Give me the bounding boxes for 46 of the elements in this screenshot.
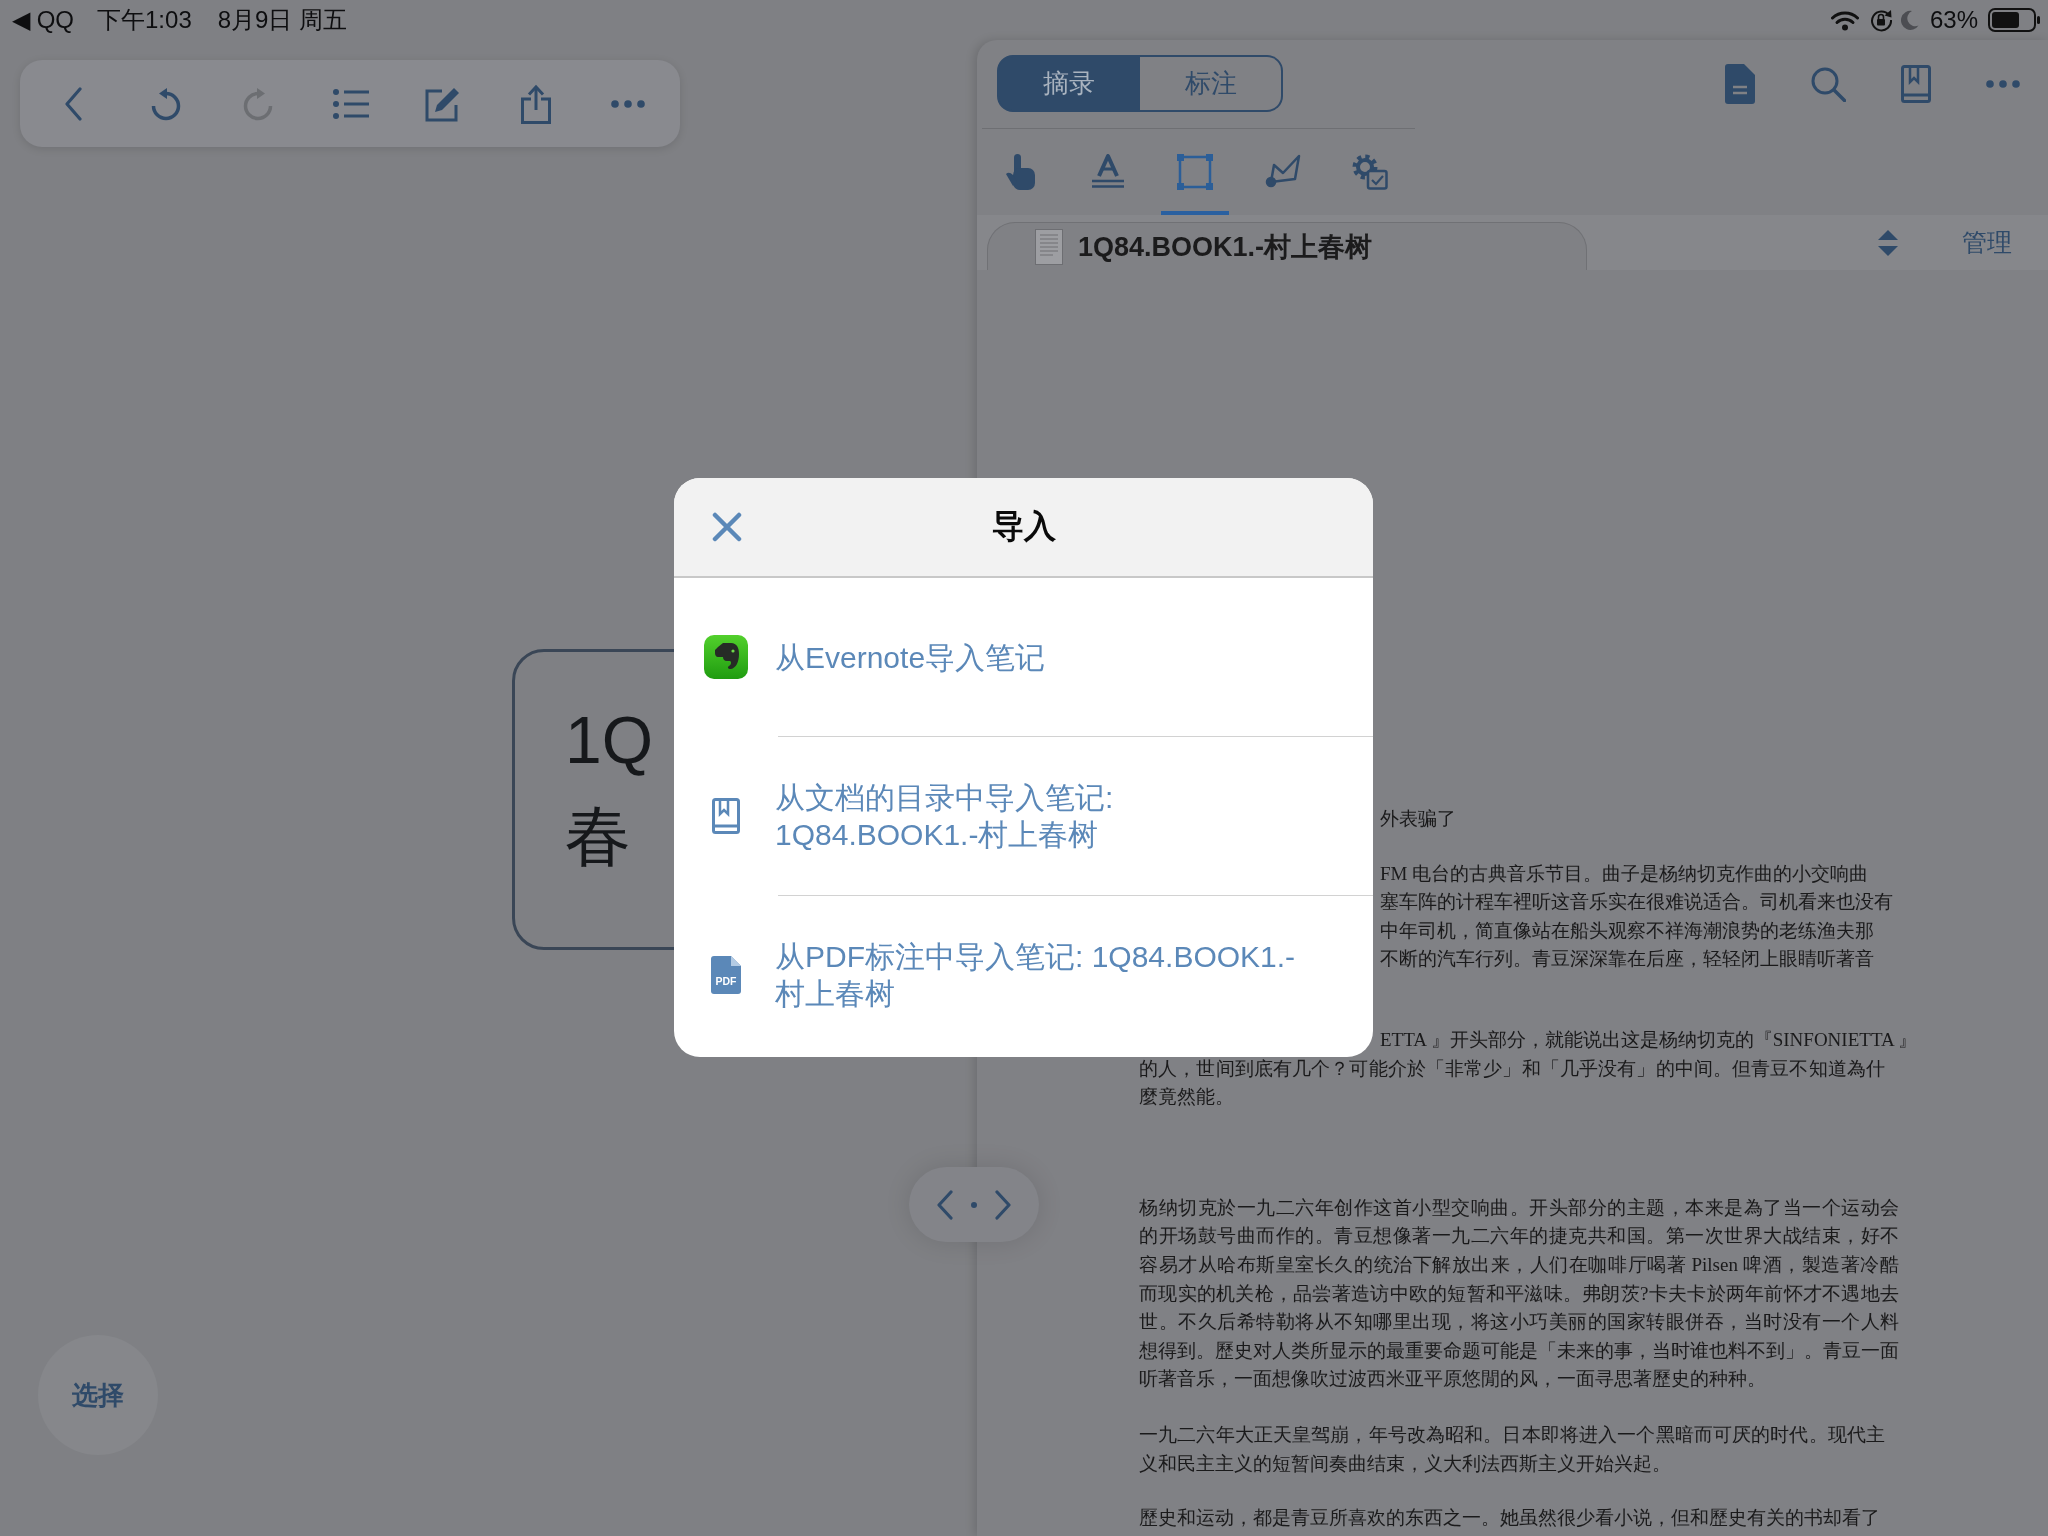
doc-paragraph: 的人，世间到底有几个？可能介於「非常少」和「几乎没有」的中间。但青豆不知道為什 麼竟然能。 [1139,1056,1885,1110]
back-to-app-link[interactable]: ◀ QQ [12,6,74,34]
status-date: 8月9日 周五 [217,5,348,35]
moon-icon [1900,10,1919,30]
manage-button[interactable]: 管理 [1962,226,2012,259]
text-fragment: ETTA 』开头部分，就能说出这是杨纳切克的『SINFONIETTA 』 [1380,1027,1918,1052]
area-select-icon [1177,154,1213,190]
sort-arrows-icon[interactable] [1878,229,1898,256]
select-button[interactable]: 选择 [38,1335,158,1455]
text-fragment: FM 电台的古典音乐节目。曲子是杨纳切克作曲的小交响曲 塞车阵的计程车裡听这音乐实在很难说适合。司机看来也没有 中年司机，简直像站在船头观察不祥海潮浪势的老练渔夫那 不断的汽车行列。青豆深深靠在后座，轻轻闭上眼睛听著音 [1380,861,1893,972]
text-fragment: 外表骗了 [1380,807,1456,831]
doc-paragraph: 杨纳切克於一九二六年创作这首小型交响曲。开头部分的主题，本来是為了当一个运动会 的开场鼓号曲而作的。青豆想像著一九二六年的捷克共和国。第一次世界大战结束，好不 容易才从哈布斯皇室长久的统治下解放出来，人们在咖啡厅喝著 Pilsen 啤酒，製造著冷酷 而现实的机关枪，品尝著造访中欧的短暂和平滋味。弗朗茨?卡夫卡於两年前怀才不遇地去 世。不久后希特勒将从不知哪里出现，将这小巧美丽的国家转眼併吞，当时没有一个人料 想得到。歷史对人类所显示的最重要命题可能是「未来的事，当时谁也料不到」。青豆一面 听著音乐，一面想像吹过波西米亚平原悠閒的风，一面寻思著歷史的种种。 [1139,1195,1899,1392]
more-icon[interactable] [1986,79,2020,88]
edit-icon[interactable] [425,85,461,122]
dialog-title: 导入 [991,507,1056,546]
more-icon[interactable] [611,99,645,108]
battery-icon [1988,8,2040,32]
document-tab[interactable]: 1Q84.BOOK1.-村上春树 [987,222,1587,270]
page-dot-icon [971,1201,977,1208]
node-title: 1Q 春 [565,702,654,875]
text-underline-icon [1091,154,1124,188]
hand-pointer-icon [1005,154,1035,190]
pdf-file-icon: PDF [711,956,741,994]
next-chevron-icon[interactable] [994,1189,1012,1220]
book-icon [712,798,740,834]
search-icon[interactable] [1810,65,1846,102]
bulleted-list-icon[interactable] [332,88,369,119]
undo-icon[interactable] [149,86,182,121]
back-icon[interactable] [64,86,82,121]
bookmark-book-icon[interactable] [1901,64,1931,103]
previous-chevron-icon[interactable] [936,1189,954,1220]
elephant-app-icon [704,635,748,679]
close-icon[interactable] [712,512,742,542]
gear-icon [1352,154,1388,190]
doc-paragraph: 一九二六年大正天皇驾崩，年号改為昭和。日本即将进入一个黑暗而可厌的时代。现代主 义和民主主义的短暂间奏曲结束，义大利法西斯主义开始兴起。 [1139,1422,1885,1476]
status-time: 下午1:03 [97,5,192,35]
segment-tab[interactable]: 标注 [1140,55,1283,112]
page-thumbnail-icon [1035,228,1063,265]
segment-tab[interactable]: 摘录 [997,55,1140,112]
doc-paragraph: 歷史和运动，都是青豆所喜欢的东西之一。她虽然很少看小说，但和歷史有关的书却看了 [1139,1506,1881,1531]
wifi-icon [1830,9,1859,31]
document-icon[interactable] [1725,63,1755,104]
pen-icon [1264,154,1301,188]
share-icon[interactable] [520,83,551,124]
battery-percent: 63% [1929,6,1978,34]
rotation-lock-icon [1868,8,1893,32]
